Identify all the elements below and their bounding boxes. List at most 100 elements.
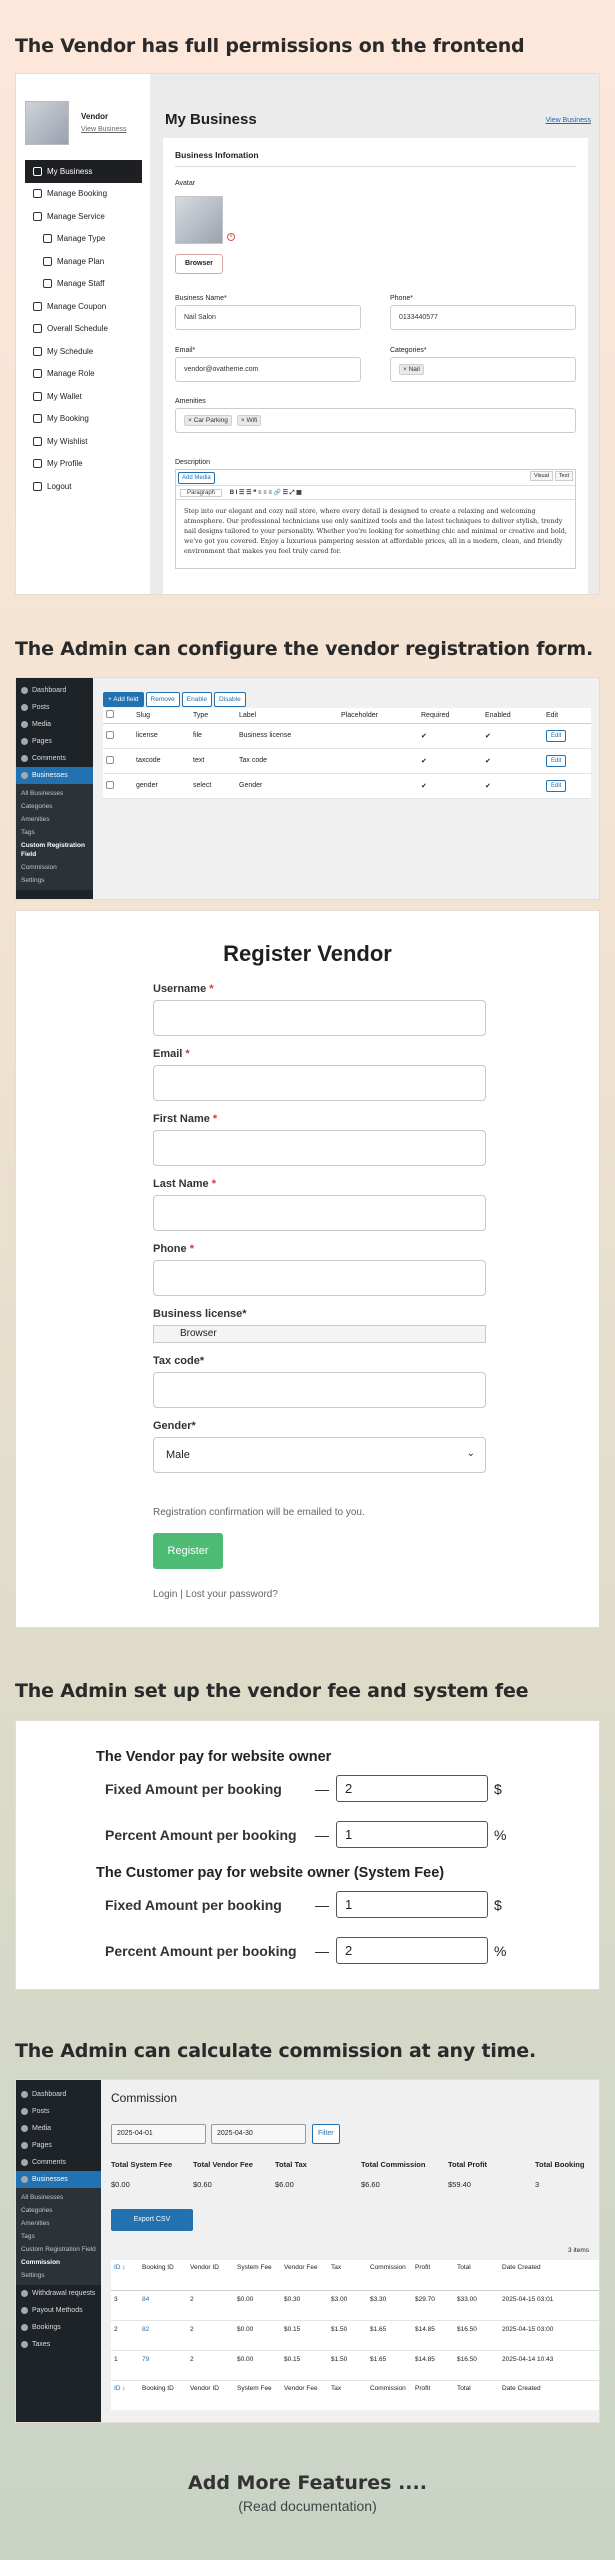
remove-avatar-icon[interactable]: × xyxy=(227,233,235,241)
admin-submenu-tags[interactable]: Tags xyxy=(16,826,93,839)
license-file-input[interactable]: Browser xyxy=(153,1325,486,1343)
view-business-top-link[interactable]: View Business xyxy=(546,117,591,124)
admin-menu-posts[interactable]: Posts xyxy=(16,699,93,716)
admin-submenu-amenities[interactable]: Amenities xyxy=(16,2217,101,2230)
sidebar-item-my-booking[interactable]: My Booking xyxy=(25,408,142,431)
add-field-button[interactable]: + Add field xyxy=(103,692,144,707)
col-id[interactable]: ID ↕ xyxy=(111,2260,139,2291)
username-input[interactable] xyxy=(153,1000,486,1036)
sidebar-item-overall-schedule[interactable]: Overall Schedule xyxy=(25,318,142,341)
table-cell[interactable]: 84 xyxy=(139,2290,187,2321)
amenity-tag[interactable]: × Car Parking xyxy=(184,415,232,426)
first-name-input[interactable] xyxy=(153,1130,486,1166)
email-field[interactable]: vendor@ovatheme.com xyxy=(175,357,361,382)
sidebar-item-my-schedule[interactable]: My Schedule xyxy=(25,340,142,363)
admin-menu-taxes[interactable]: Taxes xyxy=(16,2336,101,2353)
edit-button[interactable]: Edit xyxy=(546,730,567,742)
description-editor[interactable]: Add Media Visual Text Paragraph B I ☰ ☰ ❝… xyxy=(175,469,576,569)
vendor-fixed-input[interactable]: 2 xyxy=(336,1775,488,1802)
vendor-percent-input[interactable]: 1 xyxy=(336,1821,488,1848)
category-tag[interactable]: × Nail xyxy=(399,364,424,375)
amenities-field[interactable]: × Car Parking × Wifi xyxy=(175,408,576,433)
sidebar-item-manage-service[interactable]: Manage Service xyxy=(25,205,142,228)
admin-submenu-all-businesses[interactable]: All Businesses xyxy=(16,2191,101,2204)
phone-field[interactable]: 0133440577 xyxy=(390,305,576,330)
sidebar-item-my-wallet[interactable]: My Wallet xyxy=(25,385,142,408)
row-checkbox[interactable] xyxy=(106,755,114,764)
sidebar-item-manage-plan[interactable]: Manage Plan xyxy=(25,250,142,273)
business-name-field[interactable]: Nail Salon xyxy=(175,305,361,330)
avatar-browser-button[interactable]: Browser xyxy=(175,254,223,274)
sidebar-item-my-wishlist[interactable]: My Wishlist xyxy=(25,430,142,453)
amenity-tag[interactable]: × Wifi xyxy=(236,415,262,426)
customer-percent-input[interactable]: 2 xyxy=(336,1937,488,1964)
format-buttons[interactable]: B I ☰ ☰ ❝ ≡ ≡ ≡ 🔗 ☰ ⤢ ▦ xyxy=(230,490,302,496)
phone-input[interactable] xyxy=(153,1260,486,1296)
sidebar-item-my-business[interactable]: My Business xyxy=(25,160,142,183)
admin-submenu-tags[interactable]: Tags xyxy=(16,2230,101,2243)
gender-select[interactable]: Male ⌄ xyxy=(153,1437,486,1473)
remove-button[interactable]: Remove xyxy=(145,692,180,707)
text-tab[interactable]: Text xyxy=(554,471,573,481)
admin-menu-dashboard[interactable]: Dashboard xyxy=(16,682,93,699)
admin-menu-businesses[interactable]: Businesses xyxy=(16,767,93,784)
add-media-button[interactable]: Add Media xyxy=(178,472,215,484)
admin-menu-businesses[interactable]: Businesses xyxy=(16,2171,101,2188)
sidebar-item-logout[interactable]: Logout xyxy=(25,475,142,498)
admin-submenu-custom-registration-field[interactable]: Custom Registration Field xyxy=(16,839,93,861)
sidebar-item-my-profile[interactable]: My Profile xyxy=(25,453,142,476)
disable-button[interactable]: Disable xyxy=(214,692,246,707)
admin-menu-dashboard[interactable]: Dashboard xyxy=(16,2086,101,2103)
admin-menu-payout-methods[interactable]: Payout Methods xyxy=(16,2302,101,2319)
filter-button[interactable]: Filter xyxy=(312,2124,340,2144)
register-button[interactable]: Register xyxy=(153,1533,223,1569)
email-input[interactable] xyxy=(153,1065,486,1101)
admin-menu-withdrawal-requests[interactable]: Withdrawal requests xyxy=(16,2285,101,2302)
admin-submenu-categories[interactable]: Categories xyxy=(16,800,93,813)
login-link[interactable]: Login xyxy=(153,1589,177,1600)
admin-menu-pages[interactable]: Pages xyxy=(16,733,93,750)
date-to-input[interactable]: 2025-04-30 xyxy=(211,2124,306,2144)
admin-menu-media[interactable]: Media xyxy=(16,716,93,733)
table-cell[interactable]: 79 xyxy=(139,2350,187,2381)
visual-tab[interactable]: Visual xyxy=(530,471,553,481)
admin-menu-posts[interactable]: Posts xyxy=(16,2103,101,2120)
sidebar-item-manage-booking[interactable]: Manage Booking xyxy=(25,183,142,206)
read-documentation-link[interactable]: (Read documentation) xyxy=(0,2498,615,2514)
admin-submenu-custom-registration-field[interactable]: Custom Registration Field xyxy=(16,2243,101,2256)
customer-fixed-input[interactable]: 1 xyxy=(336,1891,488,1918)
admin-submenu-commission[interactable]: Commission xyxy=(16,2256,101,2269)
edit-button[interactable]: Edit xyxy=(546,755,567,767)
row-checkbox[interactable] xyxy=(106,780,114,789)
categories-field[interactable]: × Nail xyxy=(390,357,576,382)
admin-submenu-all-businesses[interactable]: All Businesses xyxy=(16,787,93,800)
sidebar-item-manage-type[interactable]: Manage Type xyxy=(25,228,142,251)
table-cell[interactable]: 82 xyxy=(139,2320,187,2351)
last-name-input[interactable] xyxy=(153,1195,486,1231)
tax-input[interactable] xyxy=(153,1372,486,1408)
paragraph-select[interactable]: Paragraph xyxy=(180,489,223,497)
sidebar-item-manage-role[interactable]: Manage Role xyxy=(25,363,142,386)
select-all-checkbox[interactable] xyxy=(106,710,114,719)
admin-submenu-settings[interactable]: Settings xyxy=(16,2269,101,2282)
admin-submenu-amenities[interactable]: Amenities xyxy=(16,813,93,826)
admin-menu-media[interactable]: Media xyxy=(16,2120,101,2137)
col-id[interactable]: ID ↕ xyxy=(111,2379,139,2410)
date-from-input[interactable]: 2025-04-01 xyxy=(111,2124,206,2144)
enable-button[interactable]: Enable xyxy=(181,692,213,707)
admin-submenu-commission[interactable]: Commission xyxy=(16,861,93,874)
admin-submenu-settings[interactable]: Settings xyxy=(16,874,93,887)
admin-menu-bookings[interactable]: Bookings xyxy=(16,2319,101,2336)
row-checkbox[interactable] xyxy=(106,730,114,739)
admin-menu-pages[interactable]: Pages xyxy=(16,2137,101,2154)
lost-password-link[interactable]: Lost your password? xyxy=(186,1589,278,1600)
export-csv-button[interactable]: Export CSV xyxy=(111,2209,193,2231)
sidebar-item-manage-coupon[interactable]: Manage Coupon xyxy=(25,295,142,318)
edit-button[interactable]: Edit xyxy=(546,780,567,792)
admin-menu-comments[interactable]: Comments xyxy=(16,750,93,767)
admin-menu-comments[interactable]: Comments xyxy=(16,2154,101,2171)
sidebar-item-manage-staff[interactable]: Manage Staff xyxy=(25,273,142,296)
view-business-link[interactable]: View Business xyxy=(81,126,126,133)
description-text[interactable]: Step into our elegant and cozy nail stor… xyxy=(176,500,575,562)
admin-submenu-categories[interactable]: Categories xyxy=(16,2204,101,2217)
